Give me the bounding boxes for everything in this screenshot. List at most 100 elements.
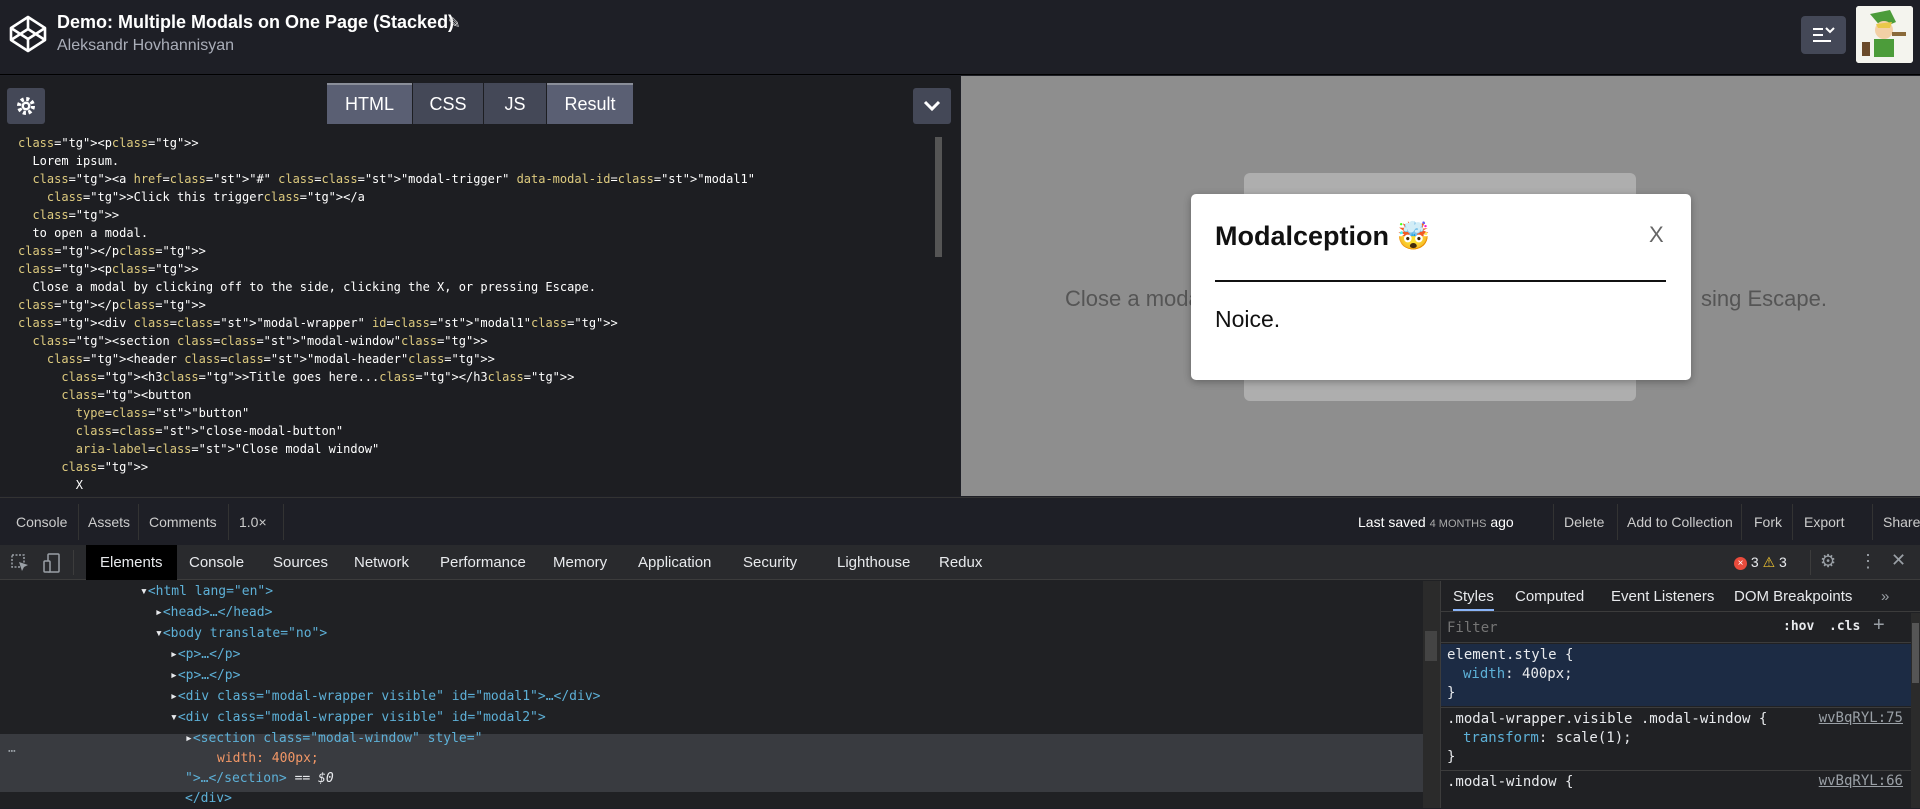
dom-tree[interactable]: ⋯ ▾<html lang="en"> ▸<head>…</head> ▾<bo… (0, 581, 1440, 808)
element-style-rule[interactable]: element.style { width: 400px; } (1441, 644, 1911, 706)
hov-toggle[interactable]: :hov (1783, 619, 1814, 634)
styles-tab-event-listeners[interactable]: Event Listeners (1611, 588, 1714, 605)
code-line: class="tg"><button (61, 388, 192, 402)
tab-css[interactable]: CSS (413, 83, 483, 124)
fork-button[interactable]: Fork (1754, 514, 1782, 530)
styles-tab-styles[interactable]: Styles (1453, 588, 1494, 611)
dom-scrollbar[interactable] (1423, 581, 1440, 808)
dom-node-section-selected[interactable]: ▸<section class="modal-window" style=" (185, 728, 482, 749)
inspect-element-icon[interactable] (11, 554, 29, 572)
code-line: class="tg"><a href=class="st">"#" class=… (32, 172, 755, 186)
layout-icon (1813, 27, 1835, 42)
cls-toggle[interactable]: .cls (1829, 619, 1860, 634)
devtools-tab-elements[interactable]: Elements (86, 545, 177, 580)
tab-html[interactable]: HTML (327, 83, 412, 124)
devtools-tab-memory[interactable]: Memory (553, 545, 607, 580)
code-line: class=class="st">"close-modal-button" (75, 424, 344, 438)
edit-pencil-icon[interactable]: ✎ (448, 14, 461, 32)
code-line: class="tg"></pclass="tg">> (18, 298, 206, 312)
styles-filter-input[interactable] (1447, 616, 1767, 640)
tab-js[interactable]: JS (484, 83, 546, 124)
styles-scrollbar[interactable] (1911, 613, 1920, 808)
devtools-panel: Elements Console Sources Network Perform… (0, 545, 1920, 808)
dom-node-p[interactable]: ▸<p>…</p> (170, 644, 240, 665)
dom-node-modal2[interactable]: ▾<div class="modal-wrapper visible" id="… (170, 707, 546, 728)
collapse-editor-button[interactable] (913, 88, 951, 124)
modal-body-text: Noice. (1215, 306, 1281, 332)
html-code-area[interactable]: class="tg"><pclass="tg">> Lorem ipsum. c… (0, 128, 960, 496)
result-preview[interactable]: Close a moda sing Escape. Modalception 🤯… (961, 76, 1920, 496)
modal-window-visible-rule[interactable]: .modal-wrapper.visible .modal-window { w… (1441, 707, 1911, 769)
comments-button[interactable]: Comments (149, 514, 217, 530)
node-ellipsis-icon[interactable]: ⋯ (8, 741, 16, 762)
chevron-down-icon (923, 100, 941, 112)
zoom-button[interactable]: 1.0× (239, 514, 267, 530)
dom-node-p[interactable]: ▸<p>…</p> (170, 665, 240, 686)
codepen-logo-icon[interactable] (8, 14, 48, 54)
styles-tab-bar: Styles Computed Event Listeners DOM Brea… (1441, 581, 1920, 612)
layout-toggle-button[interactable] (1801, 16, 1846, 54)
stylesheet-link[interactable]: wvBqRYL:66 (1819, 773, 1903, 789)
devtools-tab-lighthouse[interactable]: Lighthouse (837, 545, 910, 580)
code-line: to open a modal. (18, 226, 149, 240)
devtools-tab-performance[interactable]: Performance (440, 545, 526, 580)
devtools-tab-sources[interactable]: Sources (273, 545, 328, 580)
modal-close-button[interactable]: X (1649, 222, 1664, 248)
styles-tab-dom-breakpoints[interactable]: DOM Breakpoints (1734, 588, 1852, 605)
more-tabs-icon[interactable]: » (1881, 588, 1889, 605)
devtools-tab-console[interactable]: Console (189, 545, 244, 580)
settings-button[interactable] (7, 88, 45, 124)
code-line: class="tg"><pclass="tg">> (18, 136, 199, 150)
code-line: class="tg"><header class=class="st">"mod… (46, 352, 495, 366)
avatar-image (1856, 6, 1913, 63)
dom-node-head[interactable]: ▸<head>…</head> (155, 602, 272, 623)
error-icon: × (1734, 557, 1747, 570)
devtools-tab-redux[interactable]: Redux (939, 545, 982, 580)
warning-count: 3 (1779, 554, 1787, 570)
dom-node-modal1[interactable]: ▸<div class="modal-wrapper visible" id="… (170, 686, 600, 707)
author-name[interactable]: Aleksandr Hovhannisyan (57, 37, 234, 55)
close-devtools-icon[interactable]: ✕ (1891, 550, 1906, 571)
delete-button[interactable]: Delete (1564, 514, 1604, 530)
devtools-tab-security[interactable]: Security (743, 545, 797, 580)
dom-node-style-value: width: 400px; (217, 751, 319, 766)
styles-filter-row: :hov .cls + (1441, 613, 1920, 643)
code-line: class="tg"><div class=class="st">"modal-… (18, 316, 618, 330)
dom-node-body[interactable]: ▾<body translate="no"> (155, 623, 327, 644)
assets-button[interactable]: Assets (88, 514, 130, 530)
devtools-tab-network[interactable]: Network (354, 545, 409, 580)
devtools-tab-application[interactable]: Application (638, 545, 711, 580)
code-line: class="tg">> (32, 208, 120, 222)
modal-window-rule[interactable]: .modal-window { wvBqRYL:66 (1441, 770, 1911, 808)
add-to-collection-button[interactable]: Add to Collection (1627, 514, 1733, 530)
gear-icon (17, 97, 35, 115)
devtools-tab-bar: Elements Console Sources Network Perform… (0, 545, 1920, 580)
modal-divider (1215, 280, 1666, 282)
modal-title: Modalception 🤯 (1215, 221, 1431, 251)
styles-pane: Styles Computed Event Listeners DOM Brea… (1440, 581, 1920, 808)
console-button[interactable]: Console (16, 514, 67, 530)
dom-node-section-close: ">…</section> == $0 (185, 771, 334, 786)
styles-tab-computed[interactable]: Computed (1515, 588, 1584, 605)
code-line: Lorem ipsum. (18, 154, 120, 168)
warning-icon: ⚠ (1762, 554, 1776, 570)
export-button[interactable]: Export (1804, 514, 1844, 530)
code-scrollbar[interactable] (935, 137, 942, 257)
modal-window-front[interactable]: Modalception 🤯 X Noice. (1191, 194, 1691, 380)
stylesheet-link[interactable]: wvBqRYL:75 (1819, 710, 1903, 726)
issue-counter[interactable]: × 3 ⚠ 3 (1734, 554, 1787, 571)
code-line: class="tg"><section class=class="st">"mo… (32, 334, 488, 348)
code-line: type=class="st">"button" (75, 406, 250, 420)
pen-title[interactable]: Demo: Multiple Modals on One Page (Stack… (57, 12, 454, 33)
device-toolbar-icon[interactable] (43, 553, 61, 573)
user-avatar[interactable] (1856, 6, 1913, 63)
devtools-settings-icon[interactable]: ⚙ (1820, 551, 1836, 572)
last-saved-label: Last saved 4 MONTHS ago (1358, 514, 1514, 530)
more-options-icon[interactable]: ⋮ (1859, 551, 1877, 572)
code-line: aria-label=class="st">"Close modal windo… (75, 442, 380, 456)
code-line: class="tg"><h3class="tg">>Title goes her… (61, 370, 575, 384)
dom-node-html[interactable]: ▾<html lang="en"> (140, 581, 273, 602)
share-button[interactable]: Share (1883, 514, 1920, 530)
tab-result[interactable]: Result (547, 83, 633, 124)
add-rule-icon[interactable]: + (1873, 614, 1885, 637)
